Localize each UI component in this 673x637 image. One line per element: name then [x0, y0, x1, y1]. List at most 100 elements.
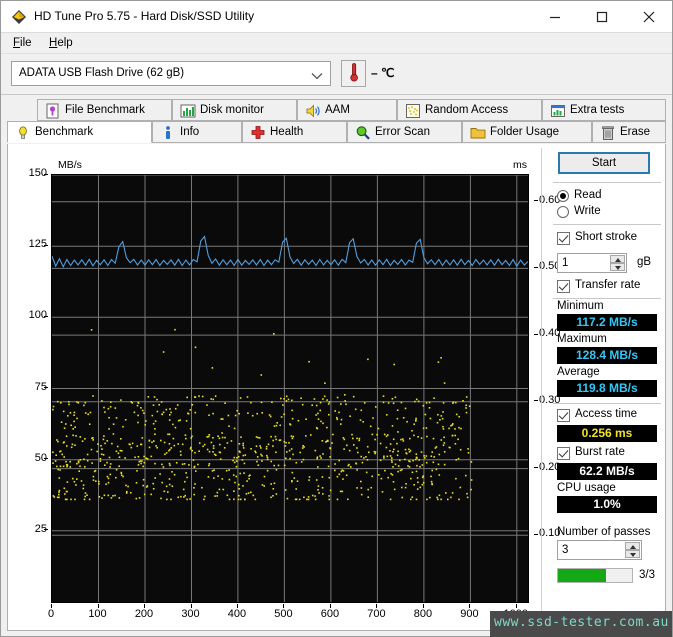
- tab-file-benchmark-label: File Benchmark: [65, 104, 145, 116]
- start-button[interactable]: Start: [558, 152, 650, 174]
- folder-icon: [470, 125, 486, 141]
- passes-stepper-up[interactable]: [625, 542, 640, 550]
- short-stroke-input[interactable]: 1: [557, 253, 627, 273]
- panel-divider: [541, 148, 542, 625]
- minimum-label: Minimum: [557, 300, 604, 312]
- control-panel: Start Read Write Short stroke 1 gB Trans…: [547, 148, 667, 618]
- maximum-value-box: 128.4 MB/s: [557, 347, 657, 364]
- radio-write-marker: [557, 206, 569, 218]
- thermometer-icon: [348, 62, 360, 85]
- average-value-box: 119.8 MB/s: [557, 380, 657, 397]
- short-stroke-label: Short stroke: [575, 231, 637, 243]
- cpu-usage-value: 1.0%: [593, 497, 621, 511]
- burst-rate-checkbox-marker: [557, 447, 570, 460]
- hdtune-window: HD Tune Pro 5.75 - Hard Disk/SSD Utility…: [0, 0, 673, 637]
- tab-info[interactable]: Info: [152, 121, 242, 143]
- short-stroke-stepper-up[interactable]: [610, 255, 625, 263]
- passes-stepper-down[interactable]: [625, 550, 640, 558]
- menu-item-help[interactable]: Help: [45, 36, 77, 50]
- disk-monitor-icon: [180, 103, 196, 119]
- drive-select[interactable]: ADATA USB Flash Drive (62 gB): [11, 61, 331, 86]
- divider-1: [553, 182, 661, 183]
- tab-aam[interactable]: AAM: [297, 99, 397, 121]
- tab-folder-usage[interactable]: Folder Usage: [462, 121, 592, 143]
- x-tick-100: 100: [88, 608, 107, 620]
- tab-file-benchmark[interactable]: File Benchmark: [37, 99, 172, 121]
- minimum-value: 117.2 MB/s: [576, 315, 638, 329]
- y2-tickmark-0.40: [534, 333, 538, 335]
- menu-file-rest: ile: [20, 37, 32, 49]
- y2-tickmark-0.20: [534, 467, 538, 469]
- y-tickmark-75: [44, 387, 48, 388]
- tab-disk-monitor[interactable]: Disk monitor: [172, 99, 297, 121]
- window-title: HD Tune Pro 5.75 - Hard Disk/SSD Utility: [34, 9, 255, 23]
- x-tick-400: 400: [227, 608, 247, 620]
- watermark-text: www.ssd-tester.com.au: [494, 615, 669, 630]
- access-time-label: Access time: [575, 408, 637, 420]
- benchmark-bulb-icon: [15, 125, 31, 141]
- maximum-label: Maximum: [557, 333, 607, 345]
- temperature-value: – ℃: [371, 66, 395, 80]
- speaker-icon: [305, 103, 321, 119]
- passes-input[interactable]: 3: [557, 540, 642, 560]
- x-tickmark-100: [97, 604, 99, 608]
- benchmark-panel: MB/s ms mB 25 50 75 100 125 150 0.10 0.2…: [7, 144, 666, 631]
- average-value: 119.8 MB/s: [576, 381, 638, 395]
- tab-strip: File Benchmark Disk monitor AAM Random A…: [7, 99, 666, 144]
- progress-bar: [557, 568, 633, 583]
- minimum-value-box: 117.2 MB/s: [557, 314, 657, 331]
- x-tickmark-900: [469, 604, 471, 608]
- chart-plot-area[interactable]: [51, 174, 529, 603]
- tab-random-access[interactable]: Random Access: [397, 99, 542, 121]
- tab-error-scan[interactable]: Error Scan: [347, 121, 462, 143]
- y2-axis-unit-label: ms: [513, 159, 527, 171]
- short-stroke-unit: gB: [637, 256, 652, 268]
- y-tick-125: 125: [28, 238, 47, 251]
- x-tickmark-300: [190, 604, 192, 608]
- file-benchmark-icon: [45, 103, 61, 119]
- x-tickmark-1000: [515, 604, 517, 608]
- burst-rate-value-box: 62.2 MB/s: [557, 463, 657, 480]
- drive-select-value: ADATA USB Flash Drive (62 gB): [19, 67, 185, 79]
- transfer-rate-checkbox-marker: [557, 280, 570, 293]
- y-tickmark-150: [44, 173, 48, 175]
- transfer-rate-label: Transfer rate: [575, 279, 641, 291]
- radio-read-marker: [557, 190, 569, 202]
- y-axis-ticks: 25 50 75 100 125 150: [13, 150, 48, 605]
- menu-bar: File Help: [1, 33, 672, 53]
- tab-erase[interactable]: Erase: [592, 121, 666, 143]
- x-tick-900: 900: [460, 608, 479, 620]
- y-tickmark-100: [44, 315, 48, 317]
- y2-tickmark-0.30: [534, 400, 538, 402]
- tab-extra-tests[interactable]: Extra tests: [542, 99, 666, 121]
- x-tickmark-200: [144, 604, 145, 608]
- minimize-icon[interactable]: [532, 1, 578, 32]
- x-tickmark-800: [422, 604, 424, 608]
- tab-info-label: Info: [180, 126, 200, 138]
- maximize-icon[interactable]: [579, 1, 625, 32]
- y-tick-75: 75: [34, 380, 47, 393]
- temperature-button[interactable]: [341, 60, 366, 87]
- tab-error-scan-label: Error Scan: [375, 126, 430, 138]
- average-label: Average: [557, 366, 600, 378]
- x-tickmark-600: [329, 604, 331, 608]
- menu-item-file[interactable]: File: [9, 36, 36, 50]
- y2-tickmark-0.50: [534, 266, 538, 268]
- y-tick-150: 150: [28, 167, 47, 179]
- short-stroke-value: 1: [562, 257, 569, 269]
- y-axis-unit-label: MB/s: [58, 159, 82, 171]
- y2-tickmark-0.60: [534, 200, 538, 202]
- short-stroke-stepper-down[interactable]: [610, 263, 625, 271]
- divider-2: [553, 224, 661, 225]
- health-cross-icon: [250, 125, 266, 141]
- radio-write-label: Write: [574, 205, 601, 217]
- tab-benchmark[interactable]: Benchmark: [7, 121, 152, 143]
- x-tickmark-400: [236, 604, 238, 608]
- access-time-value-box: 0.256 ms: [557, 425, 657, 442]
- tab-health[interactable]: Health: [242, 121, 347, 143]
- magnifier-icon: [355, 125, 371, 141]
- divider-3: [553, 298, 661, 299]
- title-bar: HD Tune Pro 5.75 - Hard Disk/SSD Utility: [1, 1, 672, 33]
- maximum-value: 128.4 MB/s: [575, 348, 639, 362]
- close-icon[interactable]: [626, 1, 672, 32]
